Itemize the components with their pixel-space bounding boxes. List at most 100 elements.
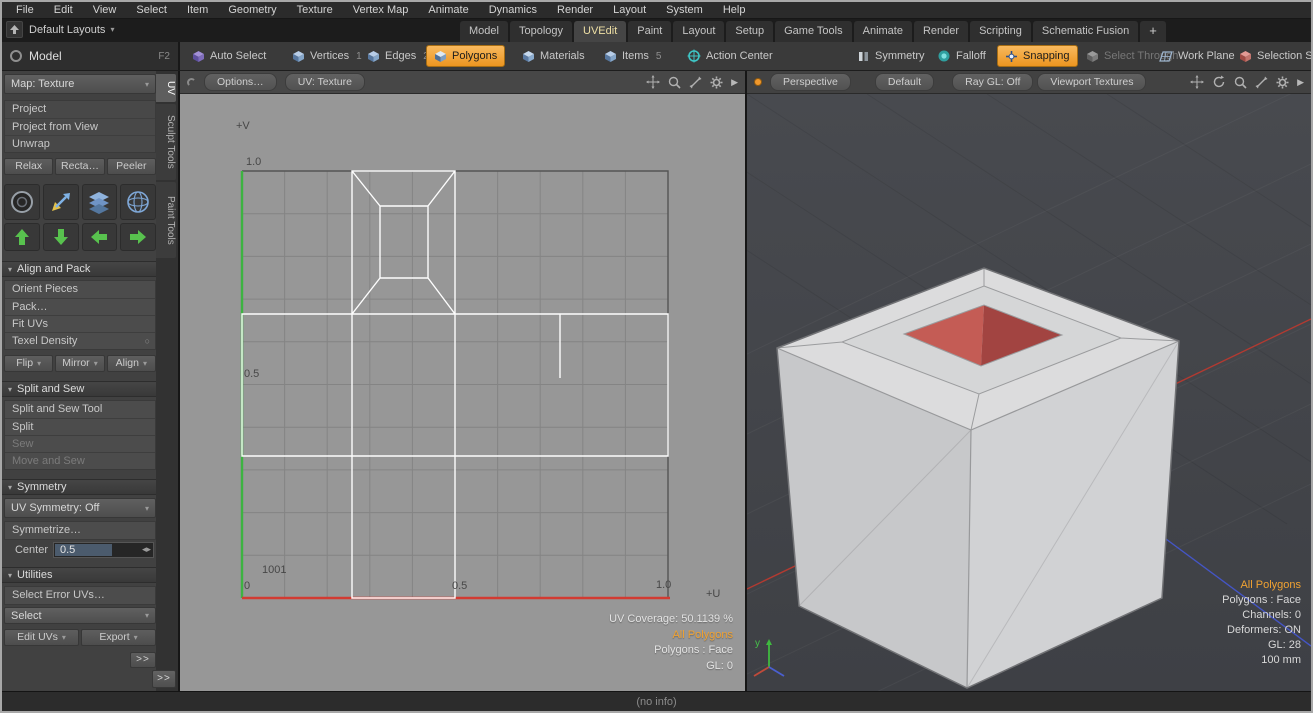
section-align-and-pack[interactable]: ▾ Align and Pack [2,261,158,277]
section-utilities[interactable]: ▾ Utilities [2,567,158,583]
section-split-and-sew[interactable]: ▾ Split and Sew [2,381,158,397]
uv-pack-tool-button[interactable] [82,184,118,220]
polygons-button[interactable]: Polygons [426,45,505,67]
relax-button[interactable]: Relax [4,158,53,175]
menu-animate[interactable]: Animate [418,2,478,18]
menu-file[interactable]: File [6,2,44,18]
peeler-button[interactable]: Peeler [107,158,156,175]
move-right-button[interactable] [120,223,156,251]
move-and-sew-item[interactable]: Move and Sew [5,452,155,469]
vertical-tab-sculpt-tools[interactable]: Sculpt Tools [156,104,176,180]
uv-options-button[interactable]: Options… [204,73,277,91]
split-item[interactable]: Split [5,418,155,435]
move-down-button[interactable] [43,223,79,251]
layouts-menu-icon[interactable] [6,21,23,38]
menu-texture[interactable]: Texture [287,2,343,18]
zoom-icon[interactable] [668,76,681,89]
viewport-state-icon[interactable] [754,78,762,86]
rectangle-button[interactable]: Recta… [55,158,104,175]
gear-icon[interactable] [1276,76,1289,89]
tab-render[interactable]: Render [914,21,968,42]
action-center-button[interactable]: Action Center [680,45,780,67]
move-left-button[interactable] [82,223,118,251]
tool-palette-header[interactable]: Model F2 [2,42,180,70]
panel-menu-icon[interactable]: ▶ [1297,77,1304,88]
perspective-button[interactable]: Perspective [770,73,851,91]
texel-density-item[interactable]: Texel Density○ [5,332,155,349]
falloff-button[interactable]: Falloff [930,45,993,67]
viewport-canvas[interactable]: y All Polygons Polygons : Face Channels:… [747,94,1311,691]
uv-texture-button[interactable]: UV: Texture [285,73,365,91]
move-up-button[interactable] [4,223,40,251]
panel-corner-icon[interactable] [187,78,196,87]
uv-symmetry-dropdown[interactable]: UV Symmetry: Off ▾ [4,498,156,518]
pan-icon[interactable] [646,75,660,89]
menu-system[interactable]: System [656,2,713,18]
map-texture-dropdown[interactable]: Map: Texture ▾ [4,74,156,94]
vertices-button[interactable]: Vertices 1 [285,45,369,67]
add-layout-tab-button[interactable]: + [1140,21,1166,42]
uv-canvas[interactable]: +V 1.0 0.5 0 0.5 1.0 +U 1001 UV Coverage… [180,94,745,690]
section-symmetry[interactable]: ▾ Symmetry [2,479,158,495]
tab-uvedit[interactable]: UVEdit [574,21,626,42]
sidebar-expand-button[interactable]: >> [152,670,176,688]
maximize-icon[interactable] [1255,76,1268,89]
select-dropdown[interactable]: Select ▾ [4,607,156,624]
vertical-tab-paint-tools[interactable]: Paint Tools [156,182,176,258]
vertical-tab-uv[interactable]: UV [156,74,176,102]
flip-dropdown[interactable]: Flip▾ [4,355,53,372]
orbit-icon[interactable] [1212,75,1226,89]
items-button[interactable]: Items 5 [597,45,668,67]
auto-select-button[interactable]: Auto Select [185,45,273,67]
menu-render[interactable]: Render [547,2,603,18]
snapping-button[interactable]: Snapping [997,45,1078,67]
center-value-field[interactable]: 0.5 ◂▸ [53,542,154,558]
uv-sphere-tool-button[interactable] [120,184,156,220]
menu-edit[interactable]: Edit [44,2,83,18]
uv-transform-tool-button[interactable] [43,184,79,220]
menu-view[interactable]: View [83,2,127,18]
menu-vertex-map[interactable]: Vertex Map [343,2,419,18]
zoom-icon[interactable] [1234,76,1247,89]
orient-pieces-item[interactable]: Orient Pieces [5,281,155,298]
panel-menu-icon[interactable]: ▶ [731,77,738,88]
menu-select[interactable]: Select [126,2,177,18]
split-and-sew-tool-item[interactable]: Split and Sew Tool [5,401,155,418]
menu-item[interactable]: Item [177,2,218,18]
uv-projection-tool-button[interactable] [4,184,40,220]
layout-selector-dropdown[interactable]: Default Layouts ▾ [29,24,114,36]
work-plane-button[interactable]: Work Plane [1152,45,1242,67]
menu-geometry[interactable]: Geometry [218,2,286,18]
tab-game-tools[interactable]: Game Tools [775,21,852,42]
gear-icon[interactable] [710,76,723,89]
tab-setup[interactable]: Setup [726,21,773,42]
pan-icon[interactable] [1190,75,1204,89]
menu-layout[interactable]: Layout [603,2,656,18]
fit-uvs-item[interactable]: Fit UVs [5,315,155,332]
list-item-project[interactable]: Project [5,101,155,118]
raygl-button[interactable]: Ray GL: Off [952,73,1033,91]
symmetrize-item[interactable]: Symmetrize… [5,522,155,539]
tab-scripting[interactable]: Scripting [970,21,1031,42]
export-dropdown[interactable]: Export▾ [81,629,156,646]
maximize-icon[interactable] [689,76,702,89]
tab-animate[interactable]: Animate [854,21,912,42]
mini-slider-arrows-icon[interactable]: ◂▸ [142,544,151,555]
selection-sets-button[interactable]: Selection Sets [1232,45,1313,67]
list-item-project-from-view[interactable]: Project from View [5,118,155,135]
shading-default-button[interactable]: Default [875,73,934,91]
sew-item[interactable]: Sew [5,435,155,452]
tab-schematic-fusion[interactable]: Schematic Fusion [1033,21,1138,42]
edges-button[interactable]: Edges 2 [360,45,436,67]
tab-model[interactable]: Model [460,21,508,42]
materials-button[interactable]: Materials [515,45,592,67]
viewport-textures-button[interactable]: Viewport Textures [1037,73,1146,91]
tab-layout[interactable]: Layout [673,21,724,42]
symmetry-button[interactable]: Symmetry [850,45,932,67]
mirror-dropdown[interactable]: Mirror▾ [55,355,104,372]
tab-paint[interactable]: Paint [628,21,671,42]
tab-topology[interactable]: Topology [510,21,572,42]
list-item-unwrap[interactable]: Unwrap [5,135,155,152]
edit-uvs-dropdown[interactable]: Edit UVs▾ [4,629,79,646]
align-dropdown[interactable]: Align▾ [107,355,156,372]
